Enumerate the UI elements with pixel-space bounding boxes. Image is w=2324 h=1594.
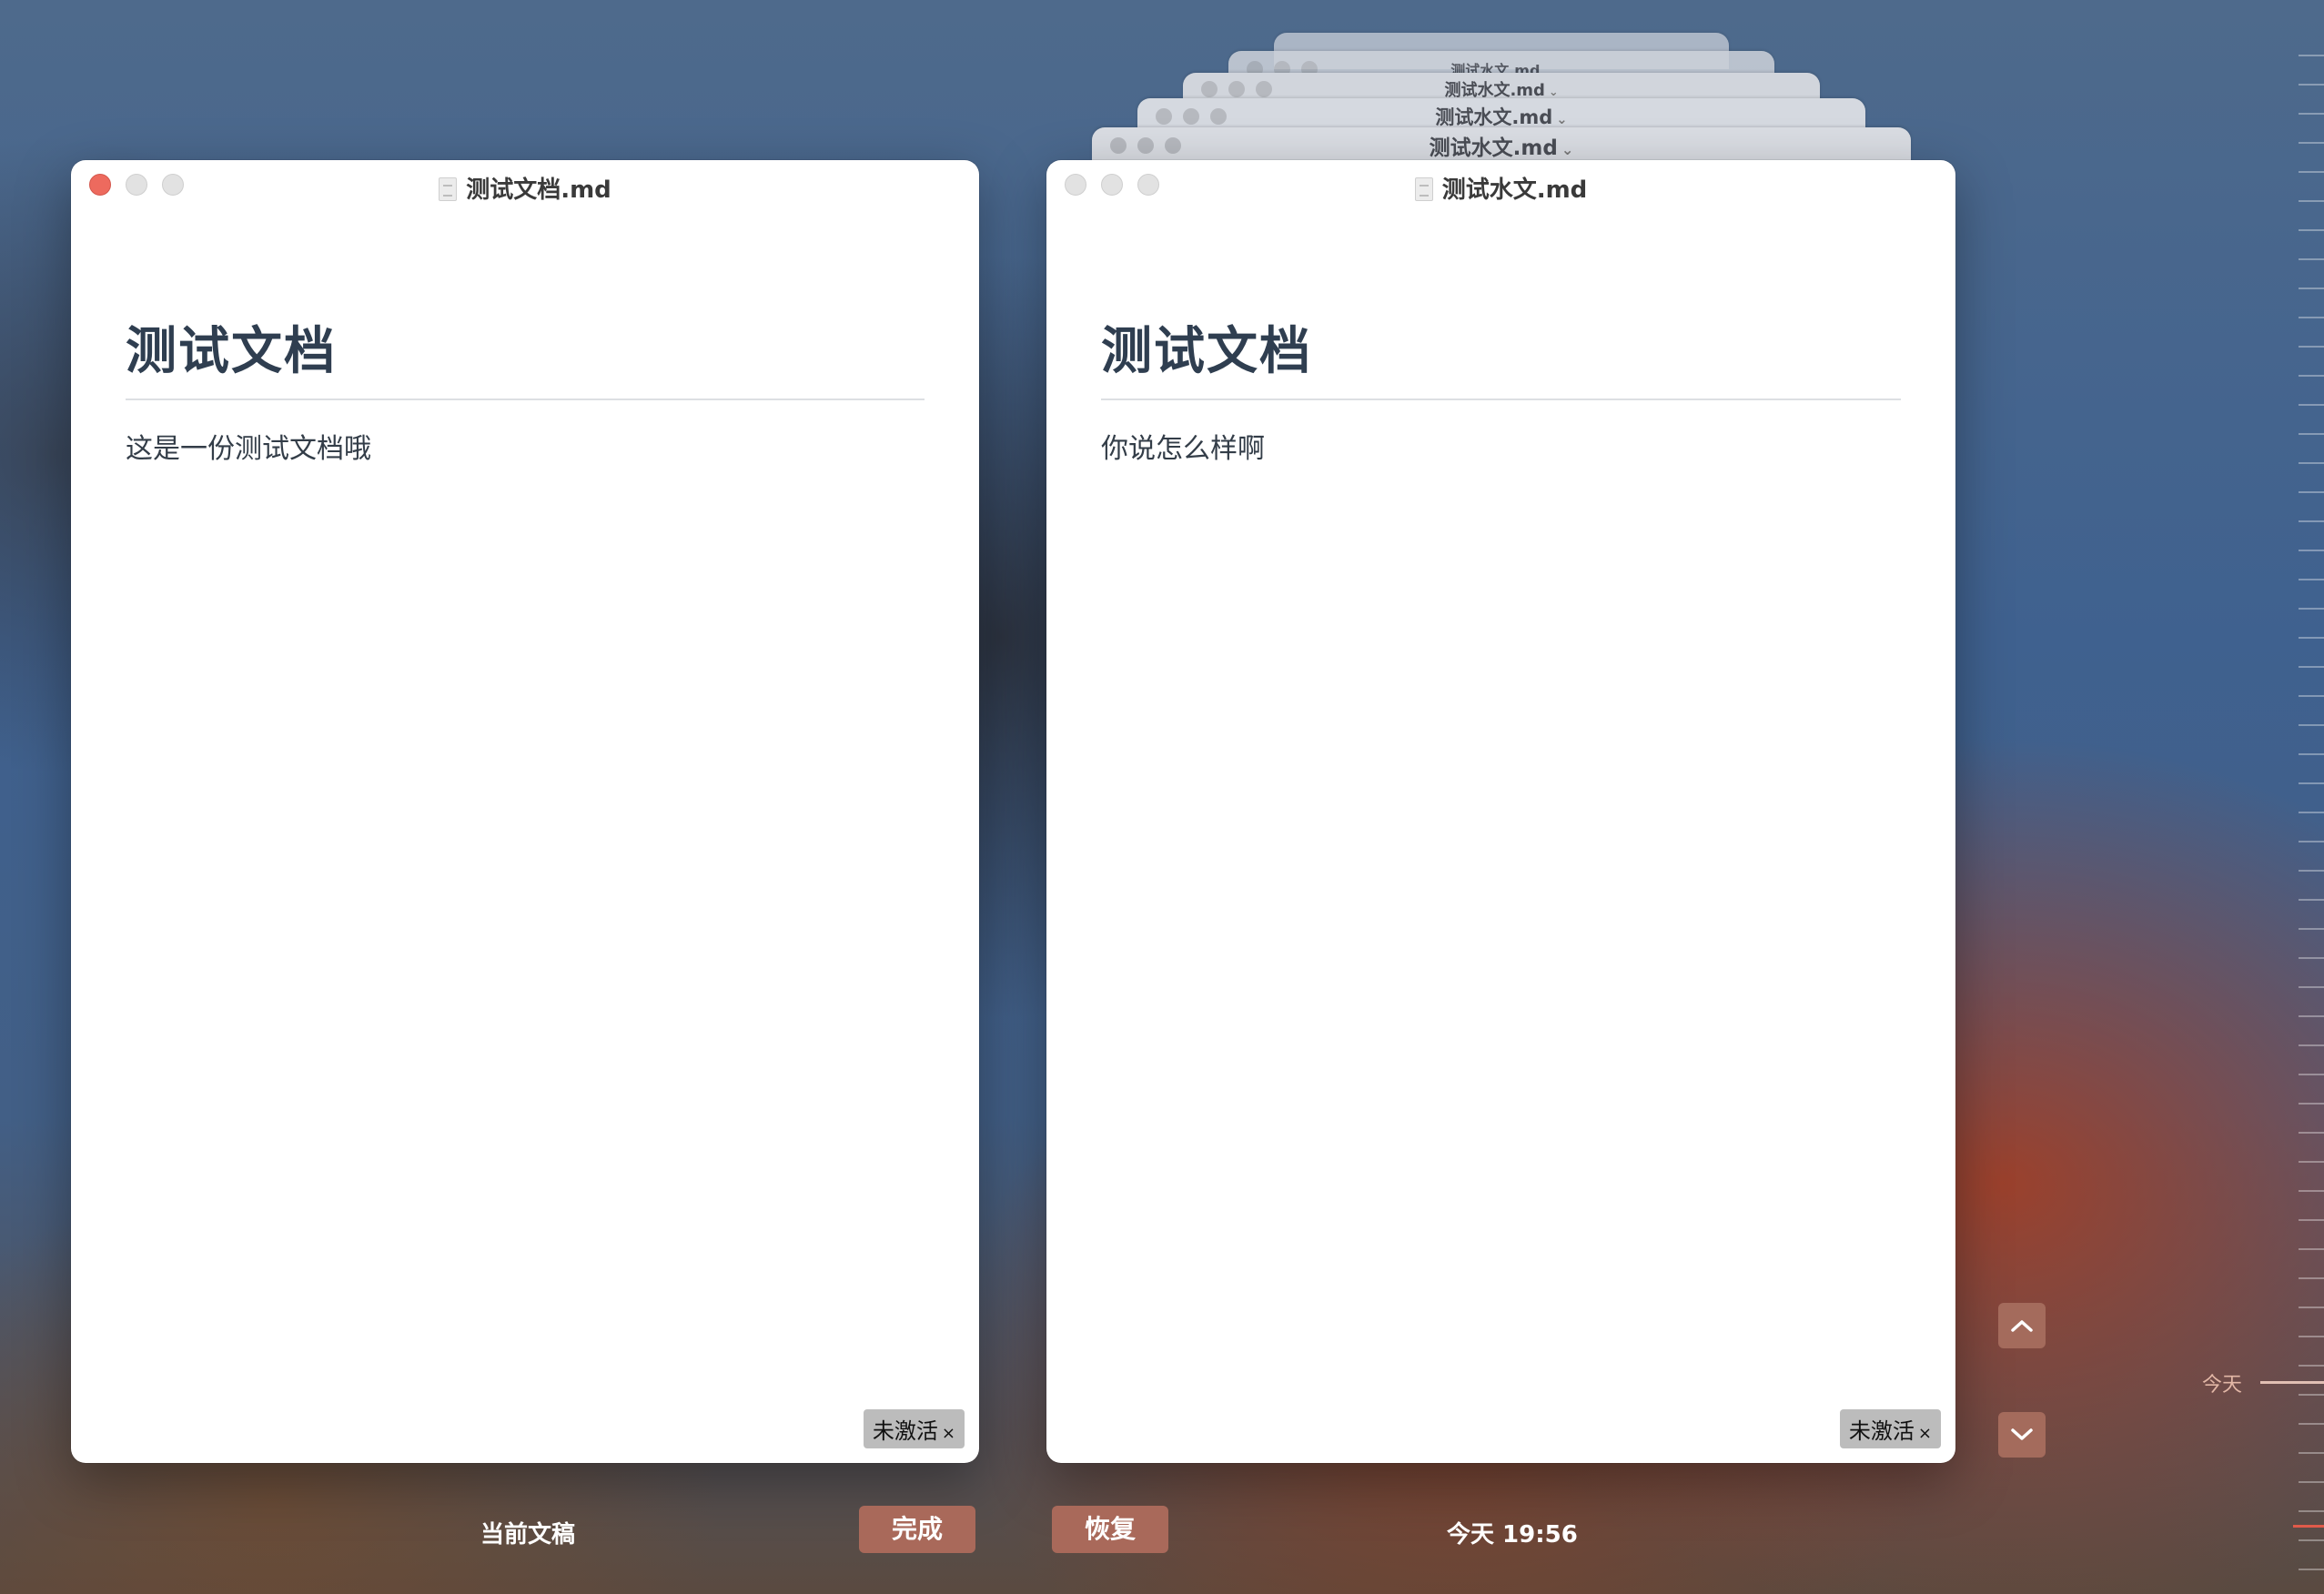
timeline-tick[interactable]: [2299, 1569, 2324, 1570]
timeline-tick[interactable]: [2299, 491, 2324, 493]
timeline-tick[interactable]: [2299, 812, 2324, 813]
timeline-tick[interactable]: [2299, 986, 2324, 988]
current-document-label: 当前文稿: [480, 1521, 576, 1549]
timeline-tick[interactable]: [2299, 1481, 2324, 1483]
chevron-down-icon: [2011, 1428, 2033, 1440]
timeline-current-marker[interactable]: [2293, 1525, 2324, 1528]
document-paragraph: 这是一份测试文档哦: [126, 433, 371, 465]
timeline-tick[interactable]: [2299, 258, 2324, 260]
timeline-tick[interactable]: [2299, 288, 2324, 289]
timeline-tick[interactable]: [2299, 1015, 2324, 1017]
timeline-tick[interactable]: [2299, 1074, 2324, 1075]
timeline-tick[interactable]: [2299, 724, 2324, 726]
timeline-tick[interactable]: [2299, 317, 2324, 318]
timeline-today-marker[interactable]: [2260, 1381, 2324, 1384]
timeline-tick[interactable]: [2299, 899, 2324, 901]
timeline-tick[interactable]: [2299, 1365, 2324, 1367]
timeline-tick[interactable]: [2299, 1336, 2324, 1337]
timeline-tick[interactable]: [2299, 171, 2324, 173]
timeline-tick[interactable]: [2299, 1452, 2324, 1454]
close-icon[interactable]: ×: [1918, 1424, 1932, 1443]
timeline-tick[interactable]: [2299, 1044, 2324, 1046]
current-document-window[interactable]: 测试文档.md 测试文档 这是一份测试文档哦 未激活 ×: [71, 160, 979, 1463]
timeline-tick[interactable]: [2299, 200, 2324, 202]
timeline-tick[interactable]: [2299, 666, 2324, 668]
timeline-tick[interactable]: [2299, 142, 2324, 144]
document-heading: 测试文档: [1101, 322, 1312, 381]
document-icon: [439, 177, 458, 201]
timeline-tick[interactable]: [2299, 957, 2324, 959]
timeline-tick[interactable]: [2299, 608, 2324, 610]
version-timestamp: 今天 19:56: [1447, 1521, 1578, 1549]
inactive-badge[interactable]: 未激活 ×: [1839, 1409, 1941, 1448]
timeline-tick[interactable]: [2299, 84, 2324, 86]
document-heading: 测试文档: [126, 322, 337, 381]
timeline-tick[interactable]: [2299, 1510, 2324, 1512]
inactive-badge[interactable]: 未激活 ×: [863, 1409, 965, 1448]
stacked-window-title: 测试水文.md⌄: [1435, 106, 1568, 128]
timeline-tick[interactable]: [2299, 1132, 2324, 1134]
titlebar: 测试水文.md: [1046, 160, 1955, 206]
timeline-tick[interactable]: [2299, 462, 2324, 464]
timeline-tick[interactable]: [2299, 1423, 2324, 1425]
timeline-tick[interactable]: [2299, 637, 2324, 639]
timeline-tick[interactable]: [2299, 1103, 2324, 1105]
timeline-tick[interactable]: [2299, 1161, 2324, 1163]
heading-divider: [1101, 398, 1901, 400]
timeline-tick[interactable]: [2299, 404, 2324, 406]
window-title: 测试文档.md: [71, 171, 979, 205]
timeline-tick[interactable]: [2299, 375, 2324, 377]
timeline-tick[interactable]: [2299, 695, 2324, 697]
titlebar: 测试文档.md: [71, 160, 979, 206]
timeline-tick[interactable]: [2299, 550, 2324, 551]
restore-button[interactable]: 恢复: [1052, 1506, 1168, 1553]
timeline-today-label: 今天: [2202, 1374, 2243, 1397]
timeline-tick[interactable]: [2299, 55, 2324, 56]
next-version-button[interactable]: [1998, 1412, 2046, 1458]
timeline-tick[interactable]: [2299, 229, 2324, 231]
stacked-window-0[interactable]: 测试水文.md ⌄: [1092, 127, 1911, 164]
timeline-tick[interactable]: [2299, 1539, 2324, 1541]
timeline-tick[interactable]: [2299, 433, 2324, 435]
timeline-tick[interactable]: [2299, 1190, 2324, 1192]
timeline-tick[interactable]: [2299, 1248, 2324, 1250]
timeline-tick[interactable]: [2299, 346, 2324, 348]
document-paragraph: 你说怎么样啊: [1101, 433, 1265, 465]
stacked-window-title: 测试水文.md⌄: [1429, 136, 1574, 160]
close-icon[interactable]: ×: [942, 1424, 955, 1443]
done-button[interactable]: 完成: [859, 1506, 975, 1553]
timeline-tick[interactable]: [2299, 113, 2324, 115]
window-title: 测试水文.md: [1046, 171, 1955, 205]
chevron-up-icon: [2011, 1320, 2033, 1332]
timeline-tick[interactable]: [2299, 1277, 2324, 1279]
timeline-tick[interactable]: [2299, 841, 2324, 842]
timeline-tick[interactable]: [2299, 520, 2324, 522]
timeline-tick[interactable]: [2299, 753, 2324, 755]
timeline-tick[interactable]: [2299, 928, 2324, 930]
timeline-tick[interactable]: [2299, 1219, 2324, 1221]
version-document-window[interactable]: 测试水文.md 测试文档 你说怎么样啊 未激活 ×: [1046, 160, 1955, 1463]
document-icon: [1414, 177, 1433, 201]
timeline-tick[interactable]: [2299, 1306, 2324, 1308]
badge-label: 未激活: [872, 1418, 938, 1444]
heading-divider: [126, 398, 925, 400]
timeline-tick[interactable]: [2299, 870, 2324, 872]
timeline-tick[interactable]: [2299, 579, 2324, 580]
version-timeline[interactable]: [2260, 0, 2324, 1594]
badge-label: 未激活: [1848, 1418, 1915, 1444]
timeline-tick[interactable]: [2299, 1394, 2324, 1396]
timeline-tick[interactable]: [2299, 782, 2324, 784]
previous-version-button[interactable]: [1998, 1303, 2046, 1348]
